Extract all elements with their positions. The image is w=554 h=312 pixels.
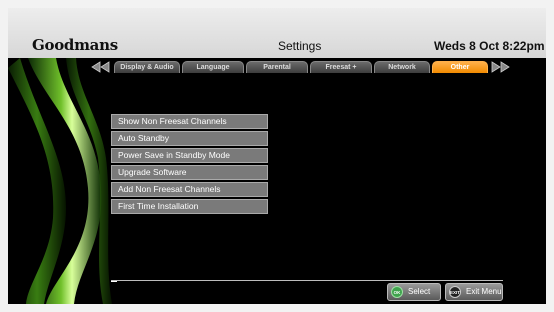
select-label: Select (408, 287, 431, 296)
green-swoosh-decoration (8, 58, 112, 304)
exit-menu-label: Exit Menu (466, 287, 502, 296)
tab-bar: Display & Audio Language Parental Freesa… (90, 60, 510, 74)
date-time: Weds 8 Oct 8:22pm (434, 39, 545, 53)
tab-freesat-plus[interactable]: Freesat + (310, 61, 372, 73)
menu-item-auto-standby[interactable]: Auto Standby (111, 131, 268, 146)
menu-item-show-non-freesat-channels[interactable]: Show Non Freesat Channels (111, 114, 268, 129)
brand-logo: Goodmans (32, 36, 118, 54)
tab-display-audio[interactable]: Display & Audio (114, 61, 180, 73)
tab-other[interactable]: Other (432, 61, 488, 73)
menu-item-first-time-installation[interactable]: First Time Installation (111, 199, 268, 214)
left-double-arrow-icon[interactable] (90, 60, 112, 74)
ok-button-icon: OK (391, 286, 403, 298)
tv-frame: Goodmans Settings Weds 8 Oct 8:22pm Disp… (0, 0, 554, 312)
tab-language[interactable]: Language (182, 61, 244, 73)
page-title: Settings (278, 39, 322, 53)
right-double-arrow-icon[interactable] (490, 60, 512, 74)
tab-network[interactable]: Network (374, 61, 430, 73)
tab-parental[interactable]: Parental (246, 61, 308, 73)
exit-menu-button[interactable]: EXIT Exit Menu (445, 283, 503, 301)
footer-divider (111, 280, 503, 281)
header-bar: Goodmans Settings Weds 8 Oct 8:22pm (8, 8, 546, 58)
tv-screen: Goodmans Settings Weds 8 Oct 8:22pm Disp… (8, 8, 546, 304)
exit-button-icon: EXIT (449, 286, 461, 298)
divider-marker (111, 281, 117, 282)
settings-menu: Show Non Freesat Channels Auto Standby P… (111, 114, 268, 216)
menu-item-upgrade-software[interactable]: Upgrade Software (111, 165, 268, 180)
menu-item-power-save-standby[interactable]: Power Save in Standby Mode (111, 148, 268, 163)
select-button[interactable]: OK Select (387, 283, 441, 301)
menu-item-add-non-freesat-channels[interactable]: Add Non Freesat Channels (111, 182, 268, 197)
